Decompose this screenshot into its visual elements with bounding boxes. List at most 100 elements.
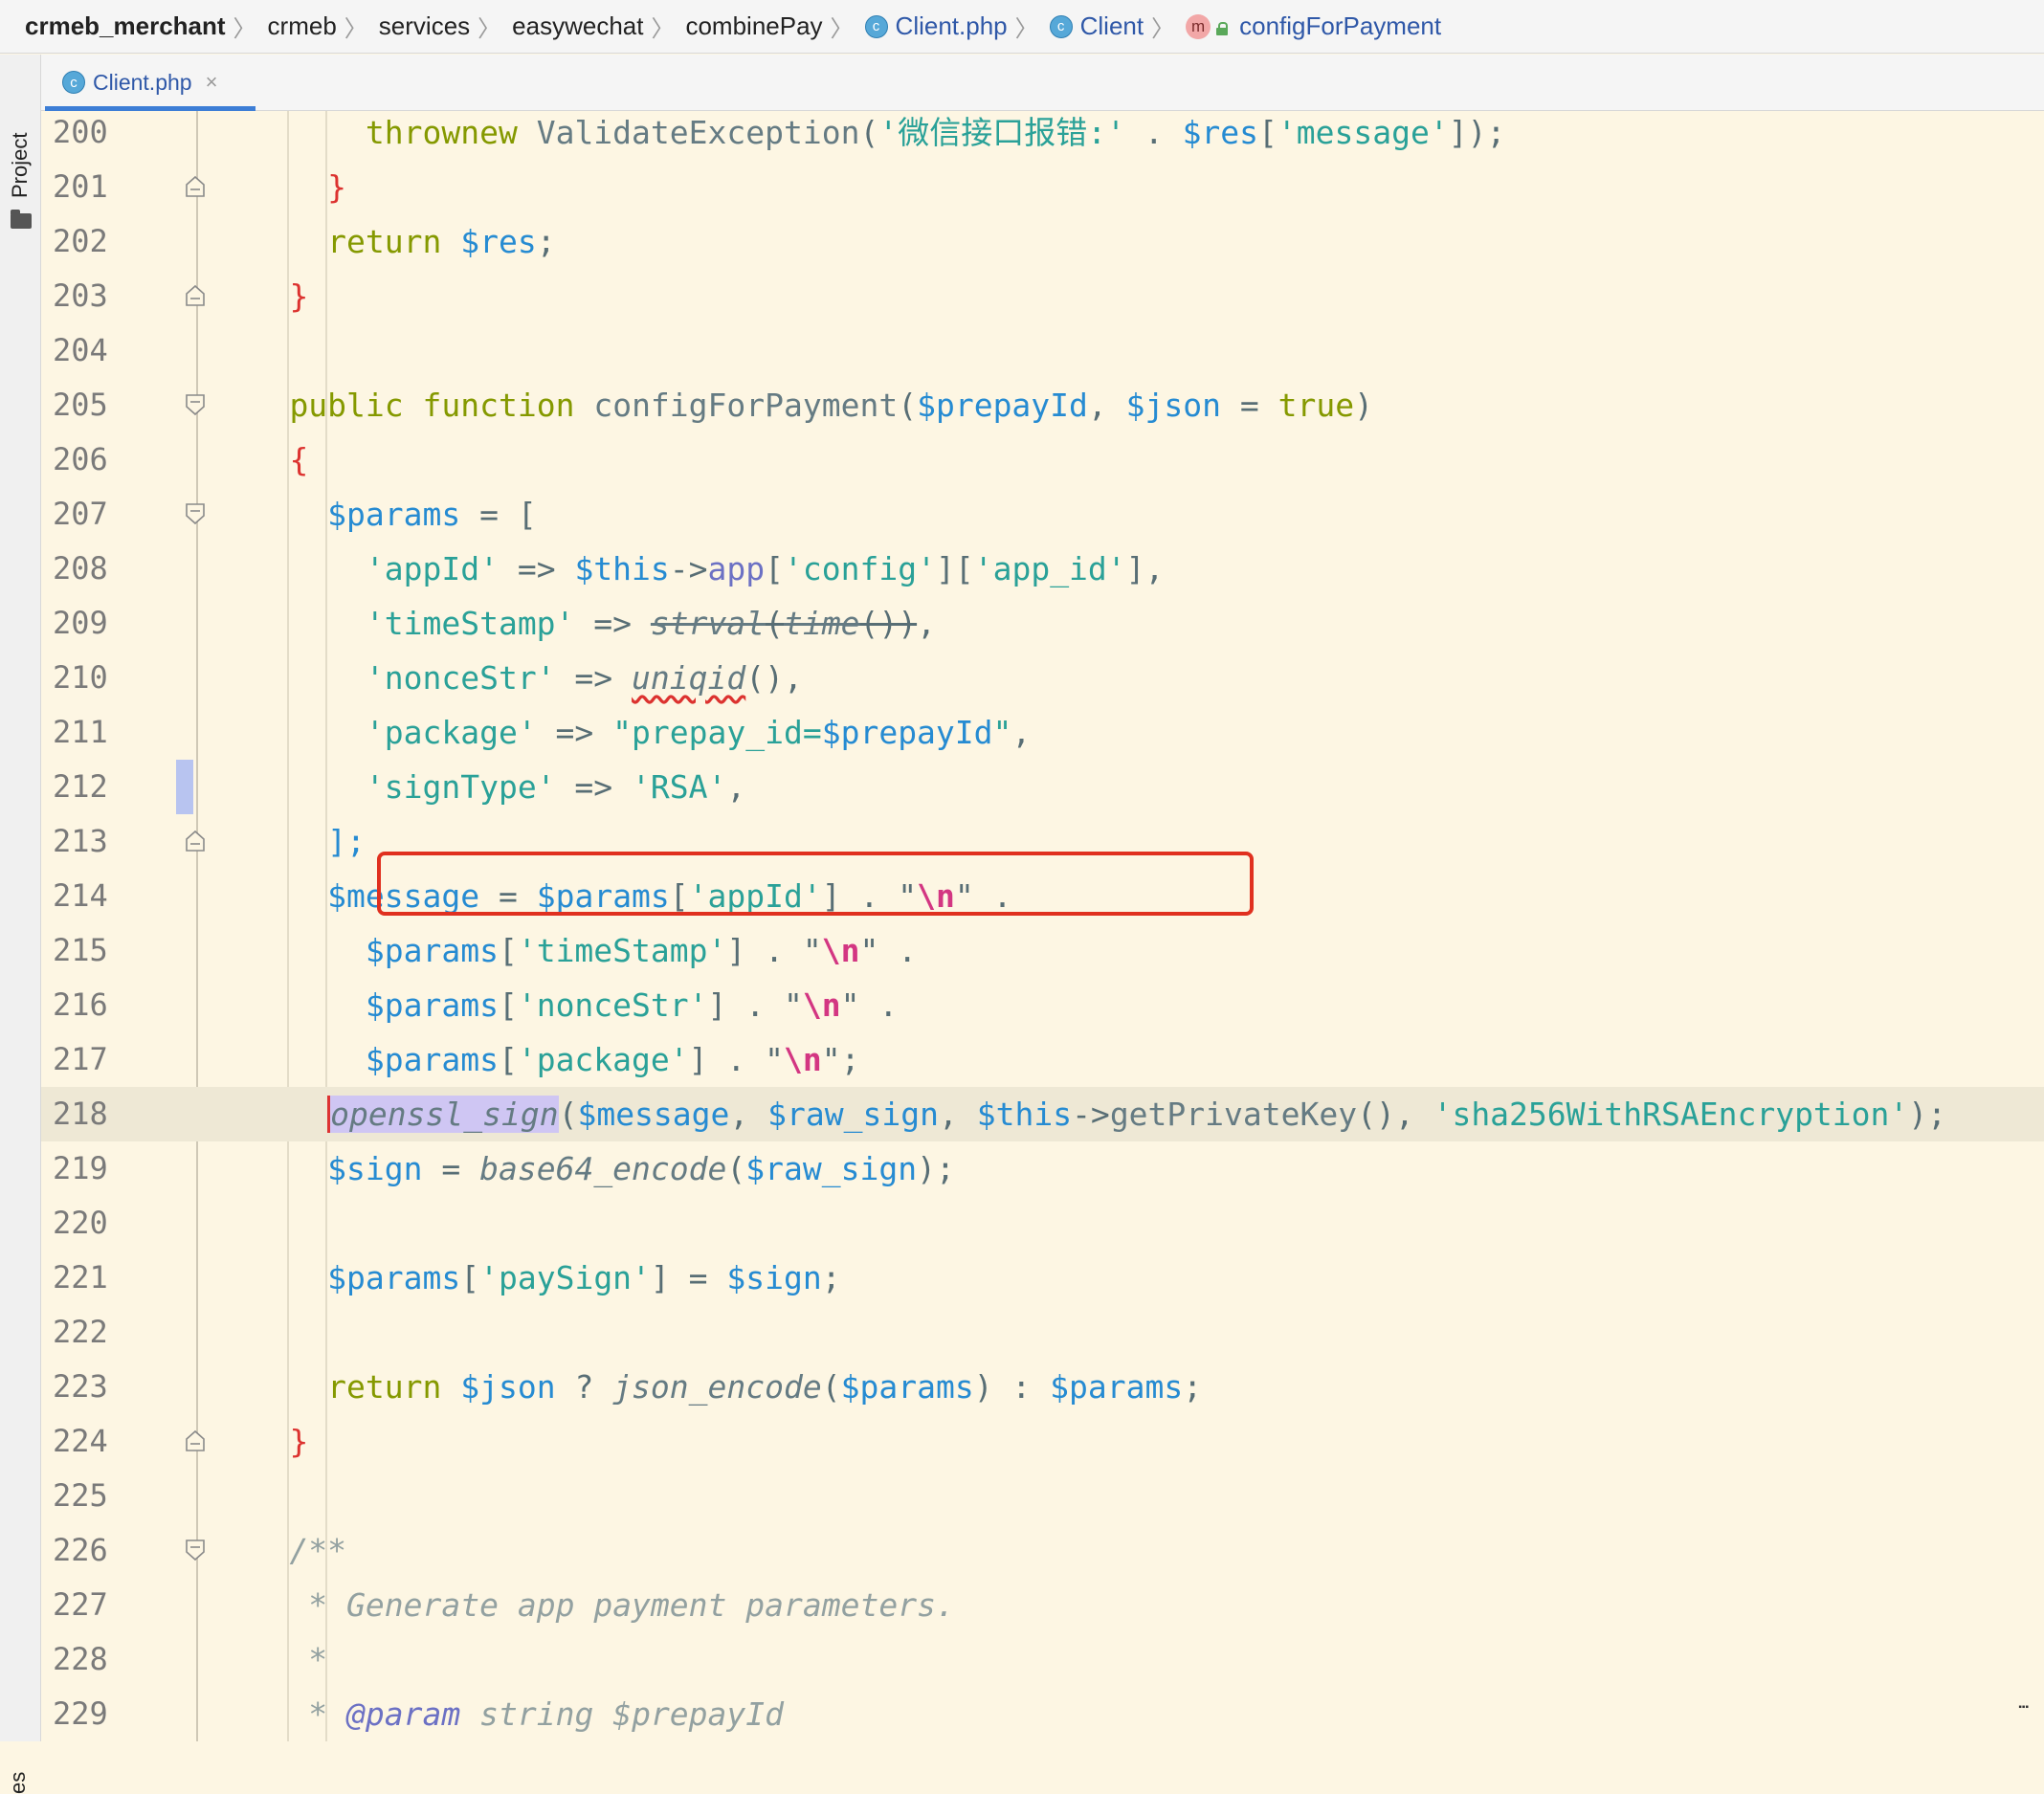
code-token: 'package' [517, 1041, 689, 1078]
code-line[interactable]: 201} [41, 160, 2044, 214]
code-text: $params['timeStamp'] . "\n" . [366, 923, 917, 978]
code-token: \n [784, 1041, 822, 1078]
code-token: $params [327, 496, 461, 533]
code-text: thrownew ValidateException('微信接口报错:' . $… [366, 111, 1505, 160]
code-token: openssl_sign [327, 1096, 559, 1133]
breadcrumb-item-crmeb[interactable]: crmeb [268, 11, 337, 41]
breadcrumb-item-easywechat[interactable]: easywechat [512, 11, 643, 41]
bottom-tool-button[interactable]: es [6, 1772, 31, 1794]
code-token: () [745, 659, 785, 697]
fold-end-icon[interactable] [185, 284, 206, 307]
code-token: 'config' [784, 550, 936, 587]
code-token: " [802, 932, 822, 969]
code-token: public [289, 387, 423, 424]
code-token: ] . [821, 877, 899, 915]
code-line[interactable]: 206 { [41, 432, 2044, 487]
code-token: } [289, 277, 309, 315]
fold-start-icon[interactable] [185, 502, 206, 525]
line-number: 221 [53, 1259, 108, 1296]
fold-end-icon[interactable] [185, 830, 206, 853]
code-token: $this [574, 550, 670, 587]
code-line[interactable]: 203} [41, 269, 2044, 323]
line-number: 226 [53, 1532, 108, 1568]
code-line[interactable]: 227 * Generate app payment parameters. [41, 1578, 2044, 1632]
line-number: 212 [53, 768, 108, 805]
code-token: 'message' [1277, 114, 1449, 151]
folder-icon[interactable] [11, 210, 32, 229]
code-token: = [422, 1150, 480, 1187]
line-number: 229 [53, 1695, 108, 1732]
breadcrumb-item-crmeb-merchant[interactable]: crmeb_merchant [25, 11, 226, 41]
code-line[interactable]: 225 [41, 1469, 2044, 1523]
code-token: ? [555, 1368, 613, 1406]
code-line[interactable]: 222 [41, 1305, 2044, 1360]
code-token: ); [917, 1150, 955, 1187]
code-line[interactable]: 212 'signType' => 'RSA', [41, 760, 2044, 814]
code-line[interactable]: 220 [41, 1196, 2044, 1251]
code-token: 'app_id' [973, 550, 1126, 587]
code-line[interactable]: 204 [41, 323, 2044, 378]
breadcrumb-item-configforpayment[interactable]: m configForPayment [1186, 11, 1441, 41]
code-token: } [289, 1423, 309, 1460]
project-tool-button[interactable]: Project [8, 133, 33, 198]
fold-end-icon[interactable] [185, 1429, 206, 1452]
code-line[interactable]: 207 $params = [ [41, 487, 2044, 542]
code-line[interactable]: 214 $message = $params['appId'] . "\n" . [41, 869, 2044, 923]
fold-end-icon[interactable] [185, 175, 206, 198]
code-line[interactable]: 217 $params['package'] . "\n"; [41, 1032, 2044, 1087]
breadcrumb-item-client-php[interactable]: c Client.php [864, 11, 1008, 41]
code-line[interactable]: 226 /** [41, 1523, 2044, 1578]
code-text: public function configForPayment($prepay… [289, 378, 1373, 432]
code-line[interactable]: 218 openssl_sign($message, $raw_sign, $th… [41, 1087, 2044, 1141]
code-token: json_encode [612, 1368, 822, 1406]
code-line[interactable]: 223 return $json ? json_encode($params) :… [41, 1360, 2044, 1414]
code-line[interactable]: 224} [41, 1414, 2044, 1469]
code-line[interactable]: 202 return $res; [41, 214, 2044, 269]
tool-window-strip: Project es [0, 55, 41, 1794]
code-token: " [898, 877, 918, 915]
code-text: { [289, 432, 308, 487]
code-token: $params [365, 932, 499, 969]
code-text: } [289, 1414, 308, 1469]
code-token: $json [1125, 387, 1221, 424]
tab-client-php[interactable]: c Client.php × [45, 55, 256, 111]
code-text: return $res; [327, 214, 555, 269]
code-token: " [821, 1041, 841, 1078]
code-token: ]; [327, 823, 366, 860]
code-line[interactable]: 213]; [41, 814, 2044, 869]
code-line[interactable]: 215 $params['timeStamp'] . "\n" . [41, 923, 2044, 978]
method-icon: m [1186, 13, 1211, 39]
public-lock-icon [1216, 21, 1229, 35]
code-line[interactable]: 221 $params['paySign'] = $sign; [41, 1251, 2044, 1305]
breadcrumb-item-services[interactable]: services [379, 11, 470, 41]
chevron-right-icon: 〉 [233, 16, 256, 42]
breadcrumb-item-combinepay[interactable]: combinePay [685, 11, 822, 41]
code-line[interactable]: 210 'nonceStr' => uniqid(), [41, 651, 2044, 705]
close-icon[interactable]: × [206, 70, 218, 95]
code-token: @param [346, 1695, 461, 1733]
code-line[interactable]: 200 thrownew ValidateException('微信接口报错:' … [41, 111, 2044, 160]
code-editor[interactable]: 200 thrownew ValidateException('微信接口报错:' … [41, 111, 2044, 1741]
change-marker[interactable] [176, 760, 193, 814]
line-number: 218 [53, 1096, 108, 1132]
code-line[interactable]: 208 'appId' => $this->app['config']['app_… [41, 542, 2044, 596]
code-token: => [574, 605, 651, 642]
code-token: = [ [460, 496, 537, 533]
code-line[interactable]: 211 'package' => "prepay_id=$prepayId", [41, 705, 2044, 760]
code-line[interactable]: 209 'timeStamp' => strval(time()), [41, 596, 2044, 651]
code-token: ValidateException [536, 114, 860, 151]
code-token: ( [898, 387, 918, 424]
code-line[interactable]: 216 $params['nonceStr'] . "\n" . [41, 978, 2044, 1032]
code-token: " [859, 932, 879, 969]
code-line[interactable]: 229 * @param string $prepayId [41, 1687, 2044, 1741]
line-number: 223 [53, 1368, 108, 1405]
chevron-right-icon: 〉 [830, 16, 854, 42]
code-line[interactable]: 205 public function configForPayment($pre… [41, 378, 2044, 432]
breadcrumb-item-client[interactable]: c Client [1049, 11, 1144, 41]
code-line[interactable]: 219 $sign = base64_encode($raw_sign); [41, 1141, 2044, 1196]
fold-start-icon[interactable] [185, 1539, 206, 1561]
code-line[interactable]: 228 * [41, 1632, 2044, 1687]
fold-start-icon[interactable] [185, 393, 206, 416]
line-number: 203 [53, 277, 108, 314]
code-token: 'sha256WithRSAEncryption' [1433, 1096, 1909, 1133]
